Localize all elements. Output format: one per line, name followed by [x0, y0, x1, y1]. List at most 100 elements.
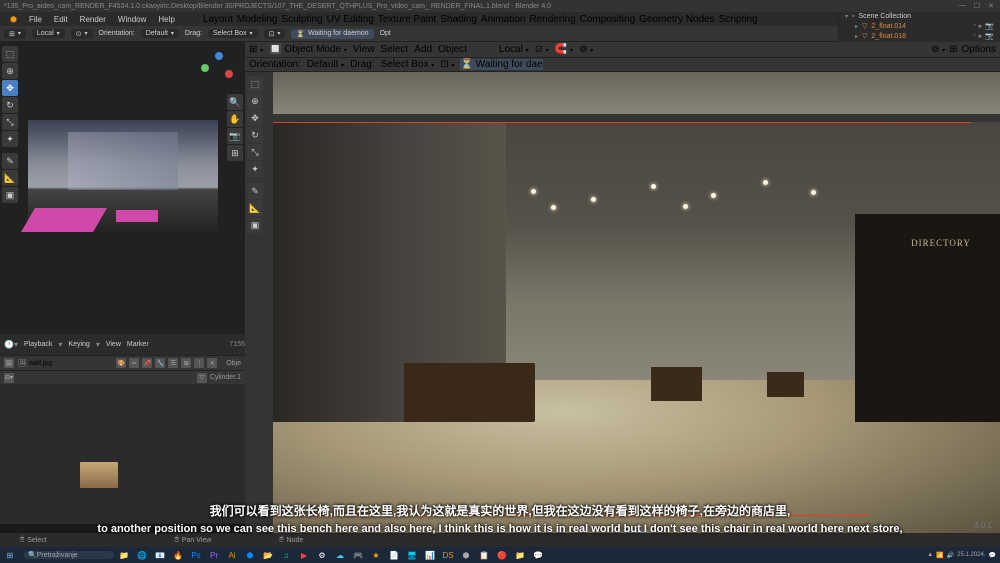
window-maximize-icon[interactable]: ☐: [974, 2, 980, 10]
asset-tool-icon[interactable]: ⊞: [181, 358, 191, 368]
zoom-icon[interactable]: 🔍: [227, 94, 243, 110]
taskbar-date[interactable]: 25.1.2024.: [957, 552, 985, 558]
opt-label[interactable]: Opt: [380, 30, 391, 37]
outliner-scene-row[interactable]: ▾ ▫ Scene Collection: [839, 12, 1000, 21]
timeline-playback[interactable]: Playback: [24, 341, 52, 348]
timeline-editor-icon[interactable]: 🕐▾: [4, 340, 18, 349]
notification-icon[interactable]: 💬: [989, 552, 996, 559]
object-menu[interactable]: Object: [438, 44, 467, 55]
camera-view-icon[interactable]: 📷: [227, 128, 243, 144]
eye-icon[interactable]: ◦: [973, 32, 975, 40]
tab-animation[interactable]: Animation: [481, 14, 525, 25]
overlay-icon[interactable]: ⊚ ▾: [931, 44, 945, 55]
snap-icon[interactable]: ⊡ ▾: [264, 29, 286, 39]
taskbar-app-icon[interactable]: 💬: [530, 548, 546, 562]
taskbar-app-icon[interactable]: ☁: [332, 548, 348, 562]
tab-shading[interactable]: Shading: [440, 14, 477, 25]
asset-tool-icon[interactable]: ☰: [168, 358, 178, 368]
timeline-marker[interactable]: Marker: [127, 341, 149, 348]
tree-expand-icon[interactable]: ▸: [855, 23, 858, 30]
dropdown-icon[interactable]: ⊟▾: [4, 373, 14, 383]
view-menu[interactable]: View: [353, 44, 375, 55]
taskbar-app-icon[interactable]: 📋: [476, 548, 492, 562]
menu-file[interactable]: File: [25, 15, 46, 24]
taskbar-app-icon[interactable]: Ps: [188, 548, 204, 562]
snap-icon[interactable]: ⊡ ▾: [440, 59, 454, 70]
taskbar-app-icon[interactable]: 🖥: [404, 548, 420, 562]
taskbar-app-icon[interactable]: ★: [368, 548, 384, 562]
pivot-icon[interactable]: ⊙ ▾: [535, 44, 549, 55]
transform-tool-icon[interactable]: ✦: [2, 131, 18, 147]
taskbar-app-icon[interactable]: 📧: [152, 548, 168, 562]
gizmo-y-icon[interactable]: [201, 64, 209, 72]
asset-thumbnail[interactable]: [80, 462, 118, 488]
camera-icon[interactable]: 📷: [985, 22, 994, 30]
taskbar-app-icon[interactable]: 📂: [260, 548, 276, 562]
camera-icon[interactable]: 📷: [985, 32, 994, 40]
asset-file-dropdown[interactable]: 🖼 wall.jpg: [18, 359, 52, 367]
menu-edit[interactable]: Edit: [50, 15, 72, 24]
render-icon[interactable]: ▸: [979, 32, 983, 40]
cursor-tool-icon[interactable]: ⊕: [2, 63, 18, 79]
timeline-keying[interactable]: Keying: [68, 341, 89, 348]
taskbar-app-icon[interactable]: 📁: [512, 548, 528, 562]
tab-uvediting[interactable]: UV Editing: [327, 14, 374, 25]
tree-expand-icon[interactable]: ▾: [845, 13, 848, 20]
pivot-icon[interactable]: ⊙ ▾: [71, 29, 93, 39]
taskbar-app-icon[interactable]: 🎮: [350, 548, 366, 562]
tray-icon[interactable]: ▲: [927, 552, 933, 558]
measure-tool-icon[interactable]: 📐: [2, 170, 18, 186]
cylinder-label[interactable]: Cylinder.1: [210, 374, 241, 381]
taskbar-app-icon[interactable]: Ai: [224, 548, 240, 562]
editor-type-icon[interactable]: ⊞ ▾: [249, 44, 263, 55]
tray-icon[interactable]: 📶: [936, 552, 943, 559]
tab-texturepaint[interactable]: Texture Paint: [378, 14, 436, 25]
taskbar-app-icon[interactable]: DS: [440, 548, 456, 562]
menu-help[interactable]: Help: [154, 15, 178, 24]
transform-tool-icon[interactable]: ✦: [247, 161, 263, 177]
select-tool-icon[interactable]: ⬚: [247, 76, 263, 92]
shading-wireframe-icon[interactable]: ⊞: [949, 44, 957, 55]
gizmo-z-icon[interactable]: [215, 52, 223, 60]
proportional-icon[interactable]: ⊚ ▾: [579, 44, 593, 55]
orientation-default[interactable]: Default ▾: [141, 29, 179, 38]
tree-expand-icon[interactable]: ▸: [855, 33, 858, 40]
rotate-tool-icon[interactable]: ↻: [2, 97, 18, 113]
taskbar-app-icon[interactable]: ⬢: [458, 548, 474, 562]
3d-viewport-left[interactable]: ⬚ ⊕ ✥ ↻ ⤡ ✦ ✎ 📐 ▣ 🔍 ✋ 📷 ⊞: [0, 42, 245, 333]
timeline-view[interactable]: View: [106, 341, 121, 348]
annotate-tool-icon[interactable]: ✎: [2, 153, 18, 169]
tab-sculpting[interactable]: Sculpting: [281, 14, 322, 25]
orientation-default[interactable]: Default ▾: [307, 59, 344, 70]
taskbar-app-icon[interactable]: ♫: [278, 548, 294, 562]
orientation-dropdown[interactable]: Local ▾: [499, 44, 529, 55]
outliner-object-row[interactable]: ▸ ▽ 2_float.014 ◦▸📷: [839, 21, 1000, 31]
image-editor-icon[interactable]: 🖼: [4, 358, 14, 368]
taskbar-app-icon[interactable]: 📁: [116, 548, 132, 562]
snap-icon[interactable]: 🧲 ▾: [555, 44, 573, 55]
drag-selectbox[interactable]: Select Box ▾: [381, 59, 435, 70]
add-menu[interactable]: Add: [414, 44, 432, 55]
asset-tool-icon[interactable]: ✏: [129, 358, 139, 368]
tab-modeling[interactable]: Modeling: [237, 14, 278, 25]
orientation-dropdown[interactable]: Local ▾: [32, 29, 65, 38]
rotate-tool-icon[interactable]: ↻: [247, 127, 263, 143]
taskbar-app-icon[interactable]: ⬢: [242, 548, 258, 562]
nav-gizmo[interactable]: [197, 50, 237, 90]
mode-dropdown[interactable]: 🔲 Object Mode ▾: [269, 44, 347, 55]
gizmo-x-icon[interactable]: [225, 70, 233, 78]
render-icon[interactable]: ▸: [979, 22, 983, 30]
eye-icon[interactable]: ◦: [973, 22, 975, 30]
scale-tool-icon[interactable]: ⤡: [247, 144, 263, 160]
perspective-icon[interactable]: ⊞: [227, 145, 243, 161]
blender-logo-icon[interactable]: ⬢: [6, 15, 21, 24]
select-menu[interactable]: Select: [380, 44, 408, 55]
move-tool-icon[interactable]: ✥: [2, 80, 18, 96]
asset-tool-icon[interactable]: ⋮: [194, 358, 204, 368]
addcube-tool-icon[interactable]: ▣: [2, 187, 18, 203]
outliner-object-row[interactable]: ▸ ▽ 2_float.018 ◦▸📷: [839, 31, 1000, 41]
window-close-icon[interactable]: ✕: [988, 2, 994, 10]
asset-tool-icon[interactable]: 🔧: [155, 358, 165, 368]
editor-type-icon[interactable]: ⊞ ▾: [4, 29, 26, 39]
menu-render[interactable]: Render: [76, 15, 110, 24]
